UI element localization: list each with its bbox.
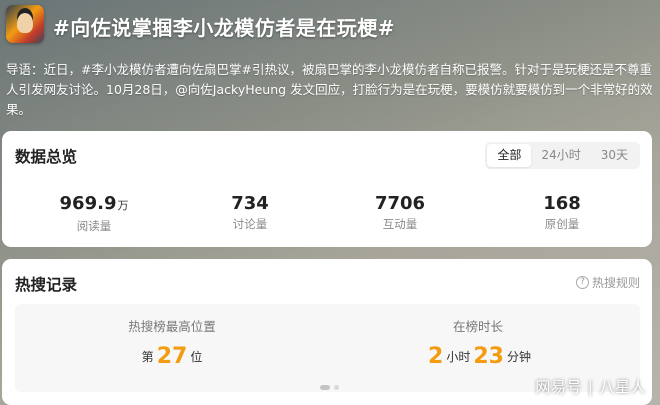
hot-search-title: 热搜记录 [15,276,78,294]
overview-title: 数据总览 [15,148,78,166]
hot-search-rules-link[interactable]: ? 热搜规则 [575,274,640,291]
on-list-duration: 在榜时长 2 小时 23 分钟 [353,318,603,369]
stat-interactions-label: 互动量 [382,217,418,231]
stat-interactions-value: 7706 [374,193,426,214]
duration-hours: 2 [428,344,444,369]
duration-hours-unit: 小时 [446,350,471,364]
peak-rank-number: 27 [156,344,188,369]
duration-label: 在榜时长 [452,319,503,334]
tab-all[interactable]: 全部 [487,144,532,167]
watermark-separator: | [587,378,594,396]
stat-discussions: 734 讨论量 [180,193,320,232]
tab-30d[interactable]: 30天 [591,144,638,167]
watermark-site: 网易号 [535,378,582,396]
peak-rank-suffix: 位 [190,350,203,364]
stat-reads-unit: 万 [117,199,129,212]
pager-dots [320,385,339,390]
stat-interactions: 7706 互动量 [330,193,470,232]
data-overview-card: 数据总览 全部 24小时 30天 969.9万 阅读量 734 讨论量 7706… [2,131,652,247]
peak-rank-prefix: 第 [141,350,154,364]
duration-minutes: 23 [473,344,504,369]
time-range-tabs: 全部 24小时 30天 [485,142,640,169]
stat-reads: 969.9万 阅读量 [24,193,164,234]
watermark-author: 八星人 [599,378,646,396]
peak-rank-label: 热搜榜最高位置 [128,319,216,334]
stat-originals: 168 原创量 [492,193,632,232]
stat-originals-label: 原创量 [544,217,580,231]
stat-originals-value: 168 [543,193,581,214]
source-watermark: 网易号 | 八星人 [535,376,646,397]
stat-discussions-label: 讨论量 [232,217,268,231]
duration-value: 2 小时 23 分钟 [353,344,603,369]
topic-title: #向佐说掌掴李小龙模仿者是在玩梗# [53,16,396,40]
pager-dot[interactable] [334,385,339,390]
duration-minutes-unit: 分钟 [506,350,531,364]
topic-intro: 导语：近日，#李小龙模仿者遭向佐扇巴掌#引热议，被扇巴掌的李小龙模仿者自称已报警… [6,62,653,117]
stat-reads-label: 阅读量 [76,219,112,233]
pager-dot-active[interactable] [320,385,330,390]
stat-reads-value: 969.9万 [59,193,129,214]
tab-24h[interactable]: 24小时 [531,144,590,167]
topic-header: #向佐说掌掴李小龙模仿者是在玩梗# [0,0,660,55]
hot-search-rules-label: 热搜规则 [591,276,640,290]
stat-discussions-value: 734 [231,193,269,214]
peak-rank: 热搜榜最高位置 第 27 位 [47,318,297,369]
question-icon: ? [575,276,589,289]
topic-avatar [6,5,44,43]
peak-rank-value: 第 27 位 [47,344,297,369]
stats-row: 969.9万 阅读量 734 讨论量 7706 互动量 168 原创量 [2,193,652,237]
